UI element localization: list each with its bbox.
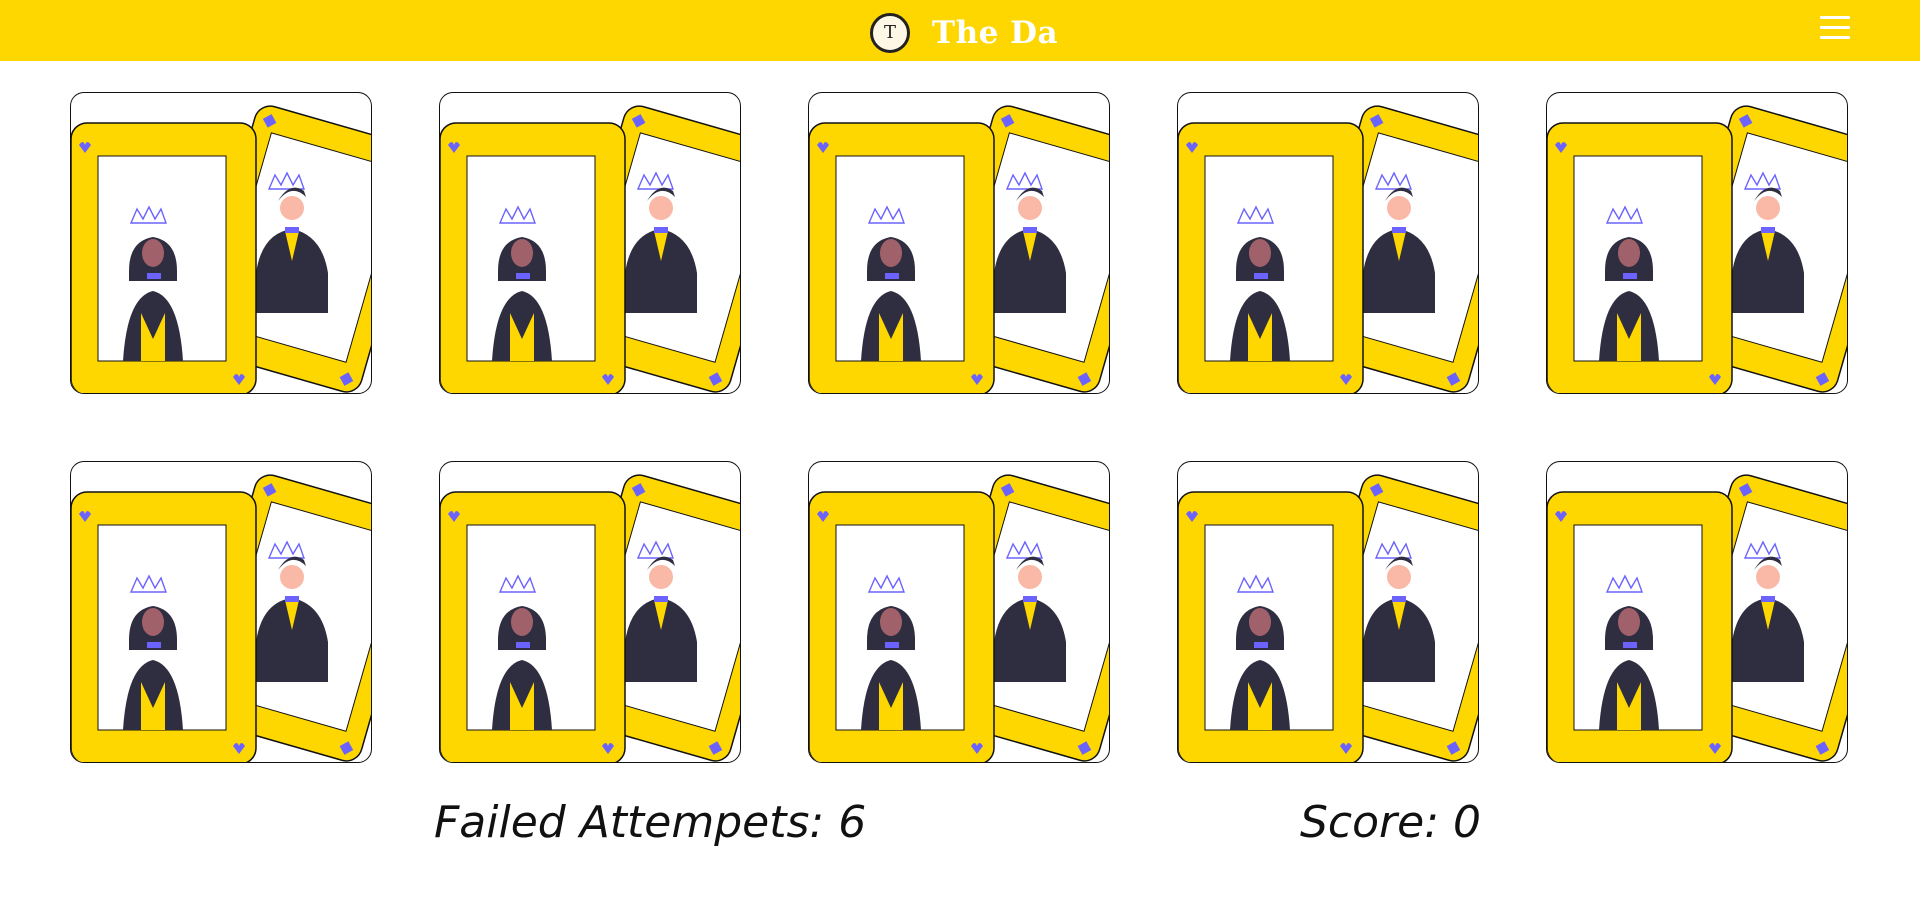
memory-card[interactable] — [1177, 92, 1479, 394]
card-back-illustration — [440, 474, 740, 762]
memory-card[interactable] — [1546, 461, 1848, 763]
memory-card[interactable] — [1177, 461, 1479, 763]
memory-card[interactable] — [439, 92, 741, 394]
memory-card[interactable] — [1546, 92, 1848, 394]
score-label: Score: — [1300, 797, 1440, 848]
card-grid — [0, 0, 1920, 901]
memory-card[interactable] — [439, 461, 741, 763]
memory-card[interactable] — [70, 92, 372, 394]
failed-attempts-value: 6 — [838, 797, 867, 848]
failed-attempts-label: Failed Attempets: — [434, 797, 825, 848]
card-back-illustration — [71, 474, 371, 762]
memory-card[interactable] — [70, 461, 372, 763]
card-back-illustration — [1178, 105, 1478, 393]
card-back-illustration — [809, 474, 1109, 762]
card-back-illustration — [71, 105, 371, 393]
failed-attempts: Failed Attempets: 6 — [434, 797, 866, 848]
score-value: 0 — [1453, 797, 1482, 848]
memory-card[interactable] — [808, 92, 1110, 394]
card-back-illustration — [1547, 474, 1847, 762]
card-back-illustration — [809, 105, 1109, 393]
card-back-illustration — [1178, 474, 1478, 762]
card-back-illustration — [440, 105, 740, 393]
score: Score: 0 — [1300, 797, 1481, 848]
memory-card[interactable] — [808, 461, 1110, 763]
card-back-illustration — [1547, 105, 1847, 393]
